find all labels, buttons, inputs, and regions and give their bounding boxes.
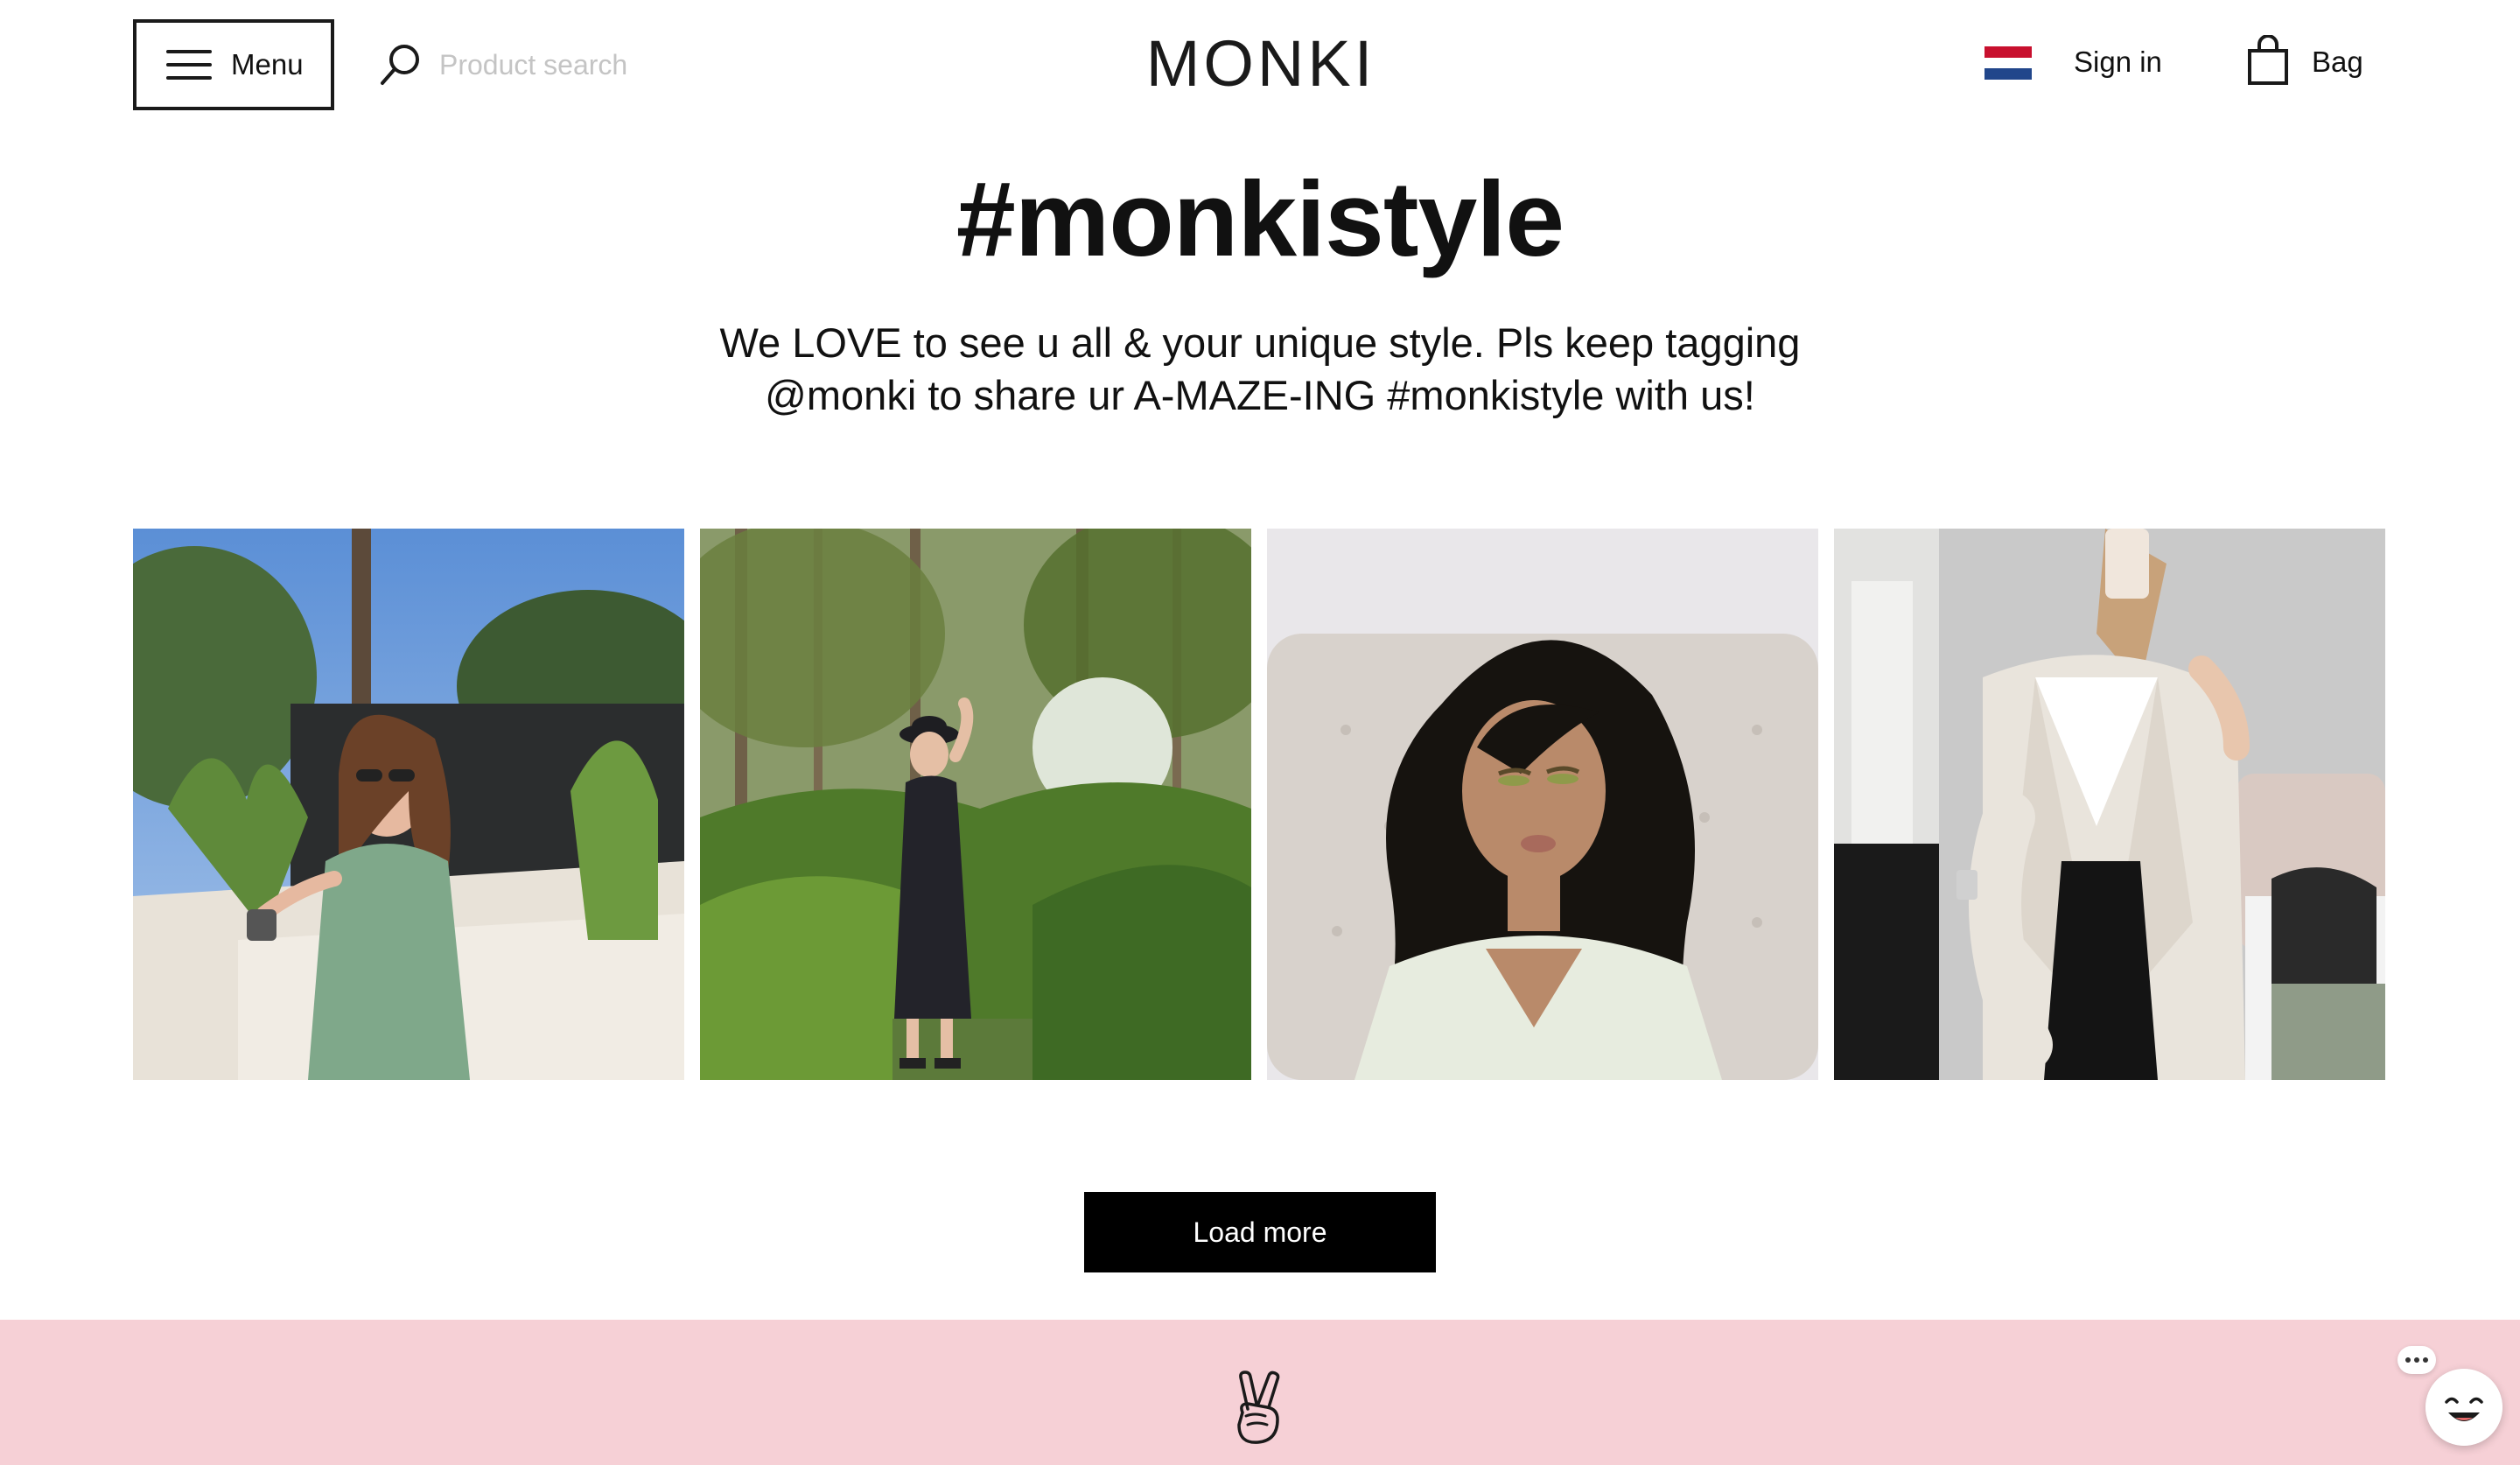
search-icon[interactable] [376,40,425,89]
gallery-tile[interactable] [133,529,684,1080]
gallery-photo-mirror-selfie [1834,529,2385,1080]
svg-text:MONKI: MONKI [1146,32,1376,96]
bag-link[interactable]: Bag [2312,46,2363,79]
search-input[interactable] [439,48,807,81]
ugc-gallery [133,529,2387,1080]
flag-icon-netherlands[interactable] [1984,46,2032,81]
tagline-line-1: We LOVE to see u all & your unique style… [719,319,1801,366]
gallery-tile[interactable] [1834,529,2385,1080]
hamburger-icon [166,50,212,80]
chat-typing-icon [2398,1346,2436,1374]
search-bar [376,37,807,93]
bag-icon[interactable] [2247,35,2289,86]
menu-label: Menu [231,48,304,81]
monki-logo[interactable]: MONKI [1138,32,1384,96]
page-tagline: We LOVE to see u all & your unique style… [648,317,1872,422]
gallery-photo-portrait [1267,529,1818,1080]
site-header: Menu MONKI Sign in Bag [0,0,2520,131]
gallery-tile[interactable] [700,529,1251,1080]
load-more-button[interactable]: Load more [1084,1192,1436,1272]
page-title: #monkistyle [956,159,1564,278]
gallery-photo-garden [133,529,684,1080]
peace-hand-icon [1237,1370,1280,1444]
menu-button[interactable]: Menu [133,19,334,110]
chat-icon[interactable] [2426,1369,2502,1446]
gallery-tile[interactable] [1267,529,1818,1080]
tagline-line-2: @monki to share ur A-MAZE-ING #monkistyl… [765,372,1755,418]
sign-in-link[interactable]: Sign in [2074,46,2162,79]
gallery-photo-forest [700,529,1251,1080]
